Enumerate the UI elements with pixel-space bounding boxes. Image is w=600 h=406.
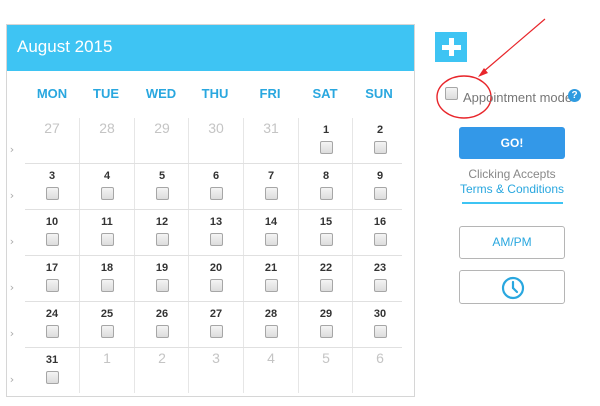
clicking-accepts-text: Clicking Accepts	[468, 167, 556, 181]
appointment-mode-checkbox[interactable]	[445, 87, 458, 100]
help-icon[interactable]: ?	[568, 89, 581, 102]
go-button[interactable]: GO!	[459, 127, 565, 159]
ampm-button[interactable]: AM/PM	[459, 226, 565, 259]
appointment-mode-label: Appointment mode	[463, 90, 573, 105]
terms-conditions-link[interactable]: Terms & Conditions	[459, 182, 565, 196]
clock-button[interactable]	[459, 270, 565, 304]
clock-icon	[501, 276, 525, 300]
terms-underline	[462, 202, 563, 204]
annotation-arrow	[482, 18, 546, 73]
